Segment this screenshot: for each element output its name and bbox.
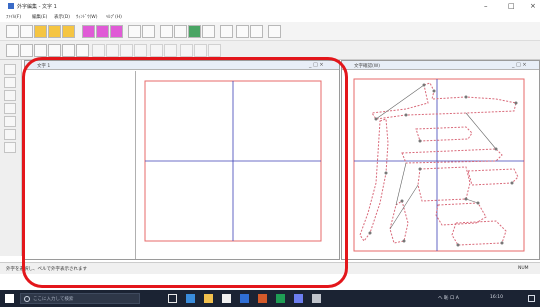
rotate-icon[interactable] <box>120 44 133 57</box>
line-icon[interactable] <box>106 44 119 57</box>
store-icon[interactable] <box>222 294 231 303</box>
select-arrow-icon[interactable] <box>6 44 19 57</box>
guide-toggle-icon[interactable] <box>194 44 207 57</box>
new-file-icon[interactable] <box>6 25 19 38</box>
folder-magenta-third-icon[interactable] <box>110 25 123 38</box>
zoom-out-icon[interactable] <box>236 25 249 38</box>
zoom-in-icon[interactable] <box>250 25 263 38</box>
tool-strip-button[interactable] <box>4 90 16 101</box>
fill-icon[interactable] <box>76 44 89 57</box>
copy-icon[interactable] <box>160 25 173 38</box>
highlight-annotation <box>22 57 348 288</box>
tool-strip-button[interactable] <box>4 129 16 140</box>
preview-window-titlebar: 文字確認(W) _ □ × <box>342 61 539 70</box>
word-icon[interactable] <box>240 294 249 303</box>
flip-icon[interactable] <box>134 44 147 57</box>
clock[interactable]: 16:10 <box>490 295 503 300</box>
help-pointer-icon[interactable] <box>268 25 281 38</box>
preview-window: 文字確認(W) _ □ × <box>341 60 540 260</box>
open-folder-alt-icon[interactable] <box>48 25 61 38</box>
menu-file[interactable]: ﾌｧｲﾙ(F) <box>6 14 21 20</box>
app-icon-gray[interactable] <box>312 294 321 303</box>
align-right-icon[interactable] <box>164 44 177 57</box>
stroke-icon[interactable] <box>208 44 221 57</box>
menu-bar: ﾌｧｲﾙ(F) 編集(E) 表示(D) ｳｨﾝﾄﾞｳ(W) ﾍﾙﾌﾟ(H) <box>0 12 540 22</box>
close-button[interactable]: × <box>530 2 536 10</box>
system-tray[interactable]: へ 恥 ロ A <box>438 295 459 301</box>
search-placeholder: ここに入力して検索 <box>33 297 74 302</box>
folder-magenta-icon[interactable] <box>82 25 95 38</box>
tool-strip-button[interactable] <box>4 142 16 153</box>
powerpoint-icon[interactable] <box>258 294 267 303</box>
preview-frame <box>353 78 525 252</box>
excel-icon[interactable] <box>276 294 285 303</box>
task-view-icon[interactable] <box>168 294 177 303</box>
notification-icon[interactable] <box>528 295 535 302</box>
preview-window-title: 文字確認(W) <box>354 64 380 69</box>
main-toolbar <box>0 22 540 41</box>
app-icon-blue[interactable] <box>294 294 303 303</box>
eraser-icon[interactable] <box>92 44 105 57</box>
title-bar: 外字編集 - 文字 1 – □ × <box>0 0 540 12</box>
image-icon[interactable] <box>202 25 215 38</box>
taskbar: ここに入力して検索 へ 恥 ロ A 16:10 <box>0 290 540 307</box>
save-as-icon[interactable] <box>142 25 155 38</box>
preview-window-controls[interactable]: _ □ × <box>512 62 527 68</box>
windows-start-icon[interactable] <box>5 294 14 303</box>
folder-magenta-alt-icon[interactable] <box>96 25 109 38</box>
rectangle-select-icon[interactable] <box>34 44 47 57</box>
circle-icon[interactable] <box>48 44 61 57</box>
save-icon[interactable] <box>128 25 141 38</box>
tool-strip-button[interactable] <box>4 77 16 88</box>
search-icon <box>24 296 30 302</box>
status-num: NUM <box>518 266 529 271</box>
window-title: 外字編集 - 文字 1 <box>17 4 57 10</box>
menu-help[interactable]: ﾍﾙﾌﾟ(H) <box>106 14 122 20</box>
open-folder-icon[interactable] <box>34 25 47 38</box>
maximize-button[interactable]: □ <box>508 2 515 10</box>
tool-strip-button[interactable] <box>4 64 16 75</box>
open-reference-icon[interactable] <box>62 25 75 38</box>
tool-strip-button[interactable] <box>4 103 16 114</box>
menu-edit[interactable]: 編集(E) <box>32 14 47 20</box>
menu-view[interactable]: 表示(D) <box>54 14 70 20</box>
globe-icon[interactable] <box>220 25 233 38</box>
grid-toggle-icon[interactable] <box>180 44 193 57</box>
edit-pencil-icon[interactable] <box>20 25 33 38</box>
polygon-select-icon[interactable] <box>20 44 33 57</box>
search-box[interactable]: ここに入力して検索 <box>20 293 140 304</box>
ellipse-icon[interactable] <box>62 44 75 57</box>
tool-strip-button[interactable] <box>4 116 16 127</box>
minimize-button[interactable]: – <box>484 2 488 10</box>
paste-icon[interactable] <box>174 25 187 38</box>
app-icon <box>8 3 14 9</box>
tool-strip <box>0 60 22 256</box>
file-explorer-icon[interactable] <box>204 294 213 303</box>
menu-window[interactable]: ｳｨﾝﾄﾞｳ(W) <box>76 14 97 20</box>
align-left-icon[interactable] <box>150 44 163 57</box>
edge-browser-icon[interactable] <box>186 294 195 303</box>
glyph-preview <box>353 78 525 252</box>
grid-green-icon[interactable] <box>188 25 201 38</box>
